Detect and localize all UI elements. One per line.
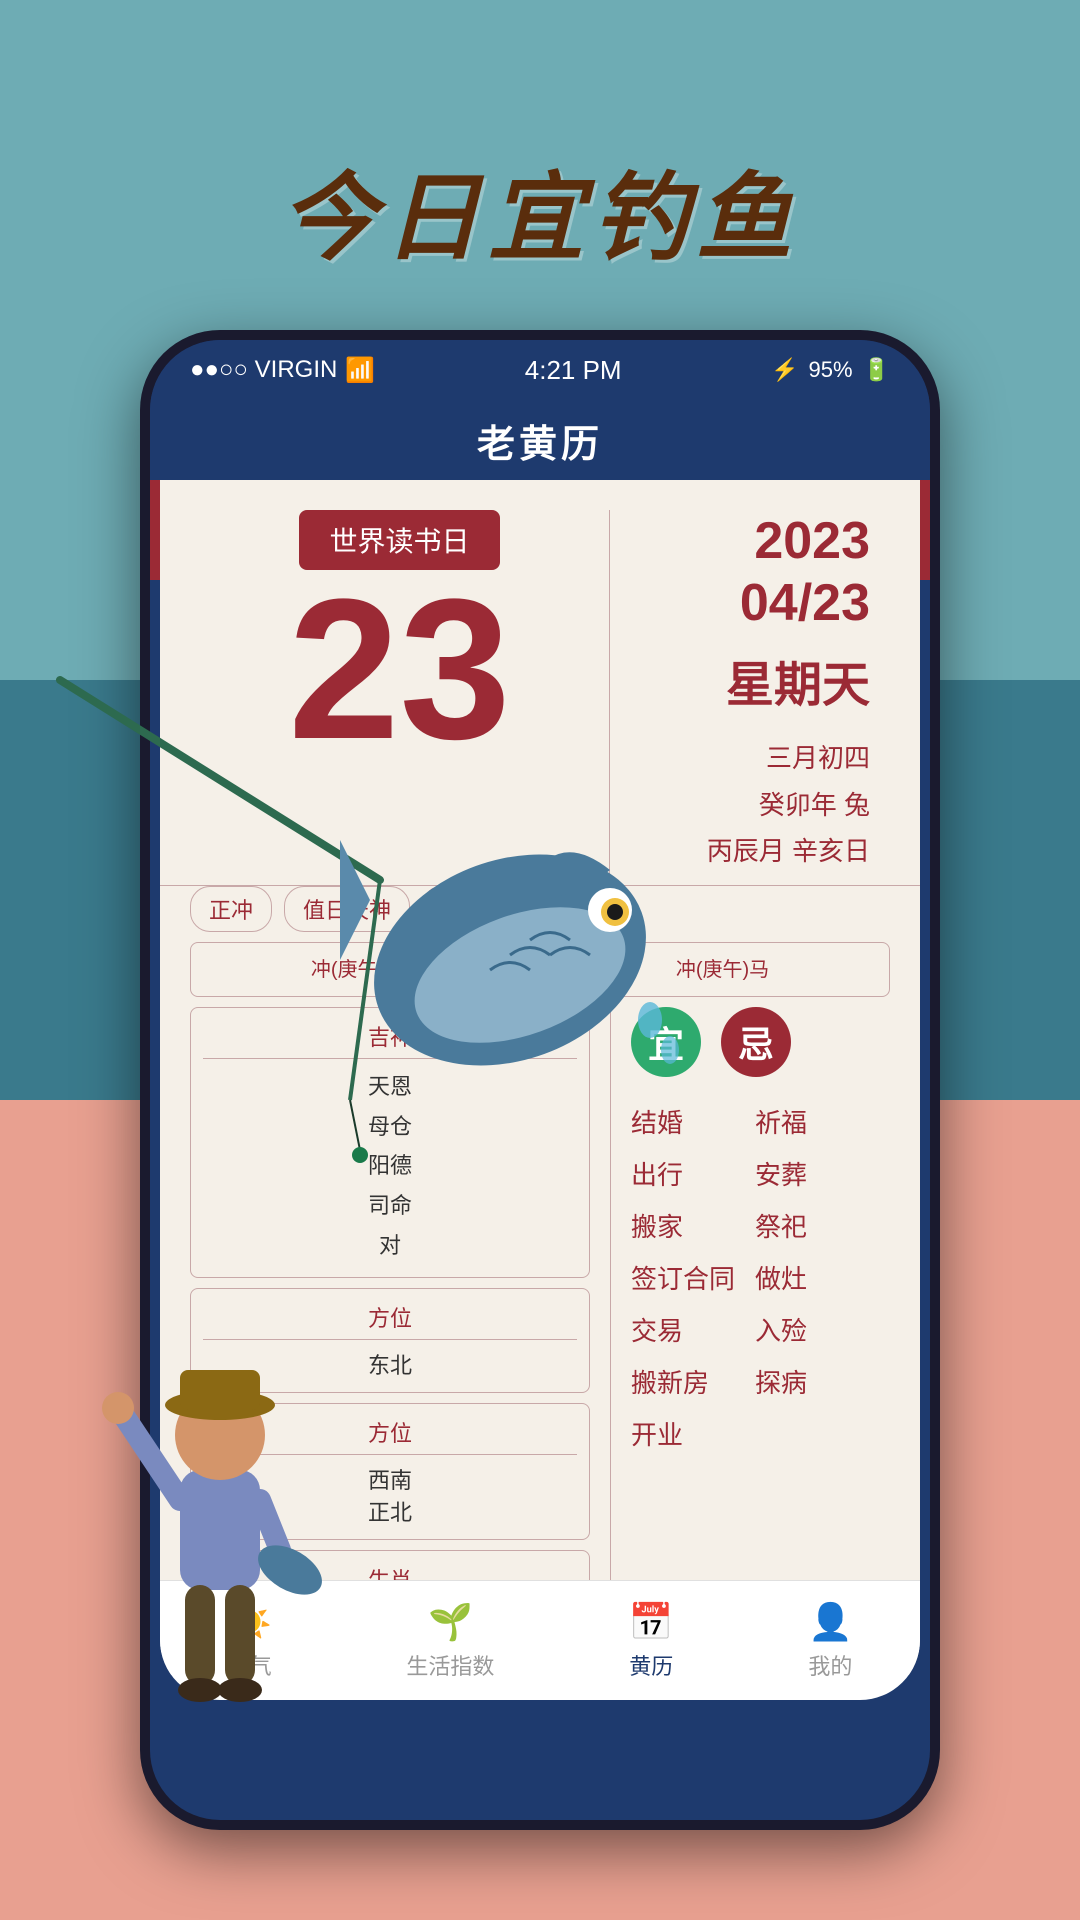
lunar-info: 三月初四 癸卯年 兔 丙辰月 辛亥日 bbox=[707, 735, 870, 875]
life-index-label: 生活指数 bbox=[406, 1649, 494, 1681]
status-time: 4:21 PM bbox=[525, 355, 622, 386]
app-header: 老黄历 bbox=[150, 400, 930, 480]
status-right: ⚡ 95% 🔋 bbox=[771, 357, 890, 383]
weekday-display: 星期天 bbox=[726, 645, 870, 715]
fishing-rod-illustration bbox=[0, 600, 500, 1200]
yi-list: 结婚出行搬家签订合同交易搬新房开业 bbox=[631, 1097, 735, 1461]
bluetooth-icon: ⚡ bbox=[771, 357, 798, 383]
chong-right: 冲(庚午)马 bbox=[555, 942, 890, 997]
yi-ji-badges: 宜 忌 bbox=[631, 1007, 890, 1077]
lunar-line1: 三月初四 bbox=[707, 735, 870, 782]
nav-life-index[interactable]: 🌱 生活指数 bbox=[406, 1601, 494, 1681]
year-text: 2023 bbox=[754, 512, 870, 570]
yi-badge: 宜 bbox=[631, 1007, 701, 1077]
lunar-line3: 丙辰月 辛亥日 bbox=[707, 828, 870, 875]
date-right: 2023 04/23 星期天 三月初四 癸卯年 兔 丙辰月 辛亥日 bbox=[610, 510, 890, 875]
yi-ji-right-panel: 宜 忌 结婚出行搬家签订合同交易搬新房开业 祈福安葬祭祀做灶入殓探病 bbox=[610, 1007, 890, 1655]
yi-ji-lists: 结婚出行搬家签订合同交易搬新房开业 祈福安葬祭祀做灶入殓探病 bbox=[631, 1097, 890, 1461]
carrier-text: ●●○○ VIRGIN bbox=[190, 356, 337, 384]
wifi-icon: 📶 bbox=[345, 356, 375, 385]
profile-icon: 👤 bbox=[808, 1601, 853, 1643]
month-day-display: 04/23 bbox=[740, 572, 870, 634]
lunar-line2: 癸卯年 兔 bbox=[707, 782, 870, 829]
chong-right-label: 冲(庚午)马 bbox=[566, 953, 879, 982]
main-title: 今日宜钓鱼 bbox=[0, 140, 1080, 279]
status-left: ●●○○ VIRGIN 📶 bbox=[190, 356, 375, 385]
ji-badge: 忌 bbox=[721, 1007, 791, 1077]
nav-almanac[interactable]: 📅 黄历 bbox=[629, 1601, 674, 1681]
fisherman-illustration bbox=[80, 1250, 400, 1800]
ji-list: 祈福安葬祭祀做灶入殓探病 bbox=[755, 1097, 807, 1461]
status-bar: ●●○○ VIRGIN 📶 4:21 PM ⚡ 95% 🔋 bbox=[150, 340, 930, 400]
nav-profile[interactable]: 👤 我的 bbox=[808, 1601, 853, 1681]
almanac-label: 黄历 bbox=[629, 1649, 673, 1681]
battery-icon: 🔋 bbox=[863, 357, 890, 383]
battery-text: 95% bbox=[809, 357, 853, 383]
profile-label: 我的 bbox=[808, 1649, 852, 1681]
app-title: 老黄历 bbox=[477, 413, 603, 468]
year-display: 2023 bbox=[754, 510, 870, 572]
almanac-icon: 📅 bbox=[629, 1601, 674, 1643]
life-index-icon: 🌱 bbox=[428, 1601, 473, 1643]
